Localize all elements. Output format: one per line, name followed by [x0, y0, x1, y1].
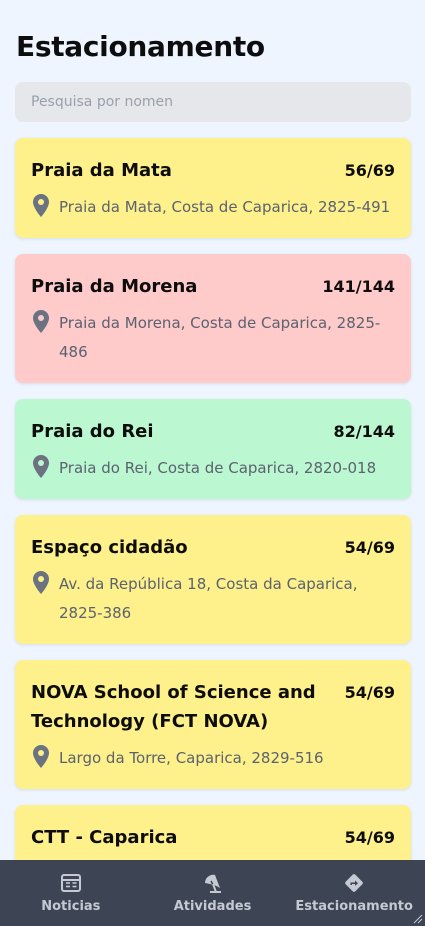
page-title: Estacionamento — [16, 30, 265, 63]
parking-card[interactable]: Praia do Rei 82/144 Praia do Rei, Costa … — [15, 399, 411, 499]
parking-occupancy: 54/69 — [344, 683, 395, 702]
parking-card[interactable]: NOVA School of Science and Technology (F… — [15, 660, 411, 789]
nav-item-estacionamento[interactable]: Estacionamento — [283, 860, 425, 926]
umbrella-beach-icon — [204, 874, 221, 893]
parking-name: Espaço cidadão — [31, 537, 188, 558]
map-pin-icon — [33, 571, 49, 594]
parking-occupancy: 82/144 — [333, 422, 395, 441]
parking-name: NOVA School of Science and Technology (F… — [31, 682, 316, 732]
nav-label: Atividades — [173, 899, 252, 914]
map-pin-icon — [33, 455, 49, 478]
parking-occupancy: 56/69 — [344, 161, 395, 180]
parking-card[interactable]: Praia da Morena 141/144 Praia da Morena,… — [15, 254, 411, 383]
parking-name: Praia da Morena — [31, 276, 198, 297]
parking-list: Praia da Mata 56/69 Praia da Mata, Costa… — [15, 138, 411, 860]
nav-item-atividades[interactable]: Atividades — [142, 860, 284, 926]
map-pin-icon — [33, 745, 49, 768]
parking-address: Praia da Morena, Costa de Caparica, 2825… — [59, 314, 381, 361]
parking-name: Praia do Rei — [31, 421, 154, 442]
parking-address: Praia da Mata, Costa de Caparica, 2825-4… — [59, 198, 391, 216]
bottom-nav: Noticias Atividades Estacionamento — [0, 860, 425, 926]
parking-card[interactable]: Praia da Mata 56/69 Praia da Mata, Costa… — [15, 138, 411, 238]
newspaper-icon — [60, 874, 81, 892]
parking-card[interactable]: Espaço cidadão 54/69 Av. da República 18… — [15, 515, 411, 644]
parking-address: Praia do Rei, Costa de Caparica, 2820-01… — [59, 459, 377, 477]
resize-grip-icon[interactable] — [413, 914, 423, 924]
parking-address: Largo da Torre, Caparica, 2829-516 — [59, 749, 324, 767]
directions-sign-icon — [345, 874, 363, 892]
map-pin-icon — [33, 310, 49, 333]
parking-name: CTT - Caparica — [31, 827, 178, 848]
parking-name: Praia da Mata — [31, 160, 172, 181]
parking-address: Av. da República 18, Costa da Caparica, … — [59, 575, 358, 622]
main-page: Estacionamento Praia da Mata 56/69 Praia… — [0, 0, 425, 860]
nav-label: Noticias — [41, 899, 101, 914]
search-input[interactable] — [15, 82, 411, 122]
parking-occupancy: 141/144 — [322, 277, 395, 296]
parking-card[interactable]: CTT - Caparica 54/69 — [15, 805, 411, 860]
parking-occupancy: 54/69 — [344, 828, 395, 847]
nav-item-noticias[interactable]: Noticias — [0, 860, 142, 926]
nav-label: Estacionamento — [295, 899, 413, 914]
map-pin-icon — [33, 194, 49, 217]
parking-occupancy: 54/69 — [344, 538, 395, 557]
